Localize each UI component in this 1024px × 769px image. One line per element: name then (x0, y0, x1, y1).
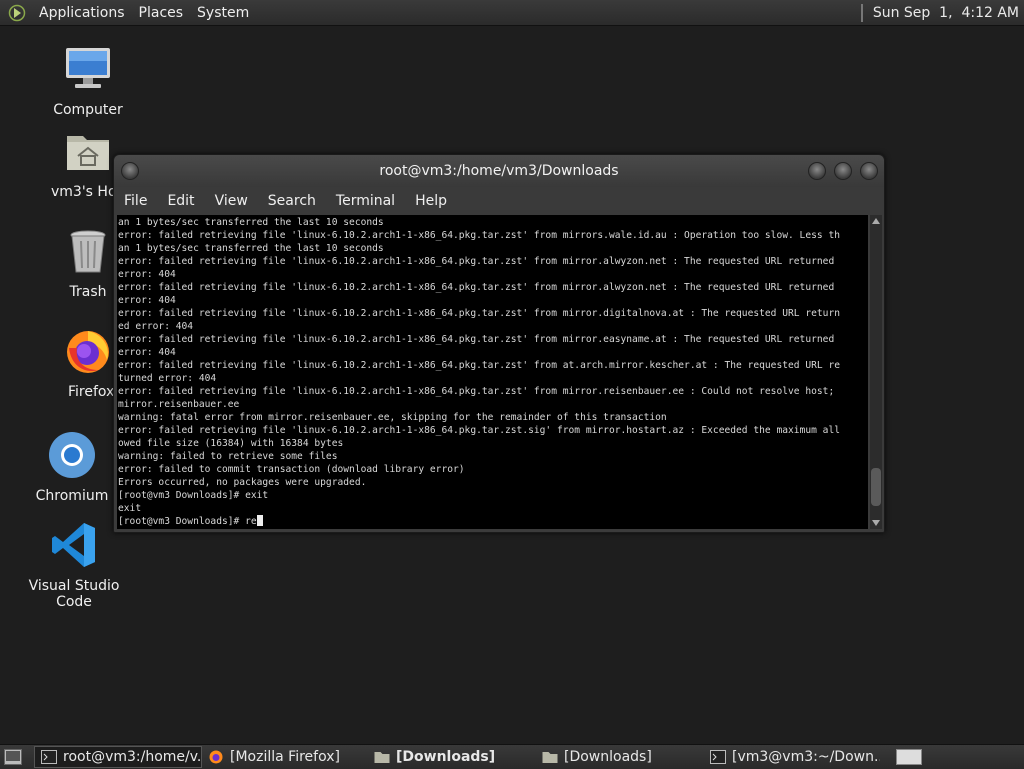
terminal-line: owed file size (16384) with 16384 bytes (118, 438, 344, 449)
bottom-panel: root@vm3:/home/v... [Mozilla Firefox] [D… (0, 744, 1024, 769)
desktop-icon-label: Chromium (35, 488, 109, 504)
trash-icon (70, 230, 106, 273)
terminal-line: error: failed retrieving file 'linux-6.1… (118, 425, 840, 436)
task-downloads-2[interactable]: [Downloads] (536, 746, 704, 768)
window-titlebar[interactable]: root@vm3:/home/vm3/Downloads (114, 155, 884, 187)
terminal-line: mirror.reisenbauer.ee (118, 399, 240, 410)
task-terminal-vm3[interactable]: [vm3@vm3:~/Down... (704, 746, 880, 768)
text-cursor (256, 515, 263, 526)
clock-text: Sun Sep 1, 4:12 AM (872, 4, 1019, 21)
terminal-line: an 1 bytes/sec transferred the last 10 s… (118, 217, 384, 228)
task-terminal-root[interactable]: root@vm3:/home/v... (34, 746, 202, 768)
task-label: [vm3@vm3:~/Down... (732, 749, 880, 765)
menu-file[interactable]: File (114, 193, 157, 209)
menu-system[interactable]: System (190, 5, 256, 21)
menu-help[interactable]: Help (405, 193, 457, 209)
terminal-input[interactable]: re (245, 516, 257, 527)
terminal-line: an 1 bytes/sec transferred the last 10 s… (118, 243, 384, 254)
task-downloads-1[interactable]: [Downloads] (368, 746, 536, 768)
terminal-line: error: 404 (118, 347, 176, 358)
terminal-line: error: failed retrieving file 'linux-6.1… (118, 230, 840, 241)
terminal-line: error: failed retrieving file 'linux-6.1… (118, 308, 840, 319)
maximize-button[interactable] (834, 162, 852, 180)
task-firefox[interactable]: [Mozilla Firefox] (202, 746, 368, 768)
terminal-line: error: failed retrieving file 'linux-6.1… (118, 282, 835, 293)
terminal-output[interactable]: an 1 bytes/sec transferred the last 10 s… (117, 215, 868, 529)
home-folder-icon (67, 136, 109, 170)
window-menu-icon[interactable] (121, 162, 139, 180)
terminal-line: turned error: 404 (118, 373, 217, 384)
workspace-switcher[interactable] (896, 749, 922, 765)
menu-search[interactable]: Search (258, 193, 326, 209)
chromium-icon (49, 432, 95, 478)
desktop-icon-vscode[interactable]: Visual Studio Code (10, 520, 138, 610)
menu-applications[interactable]: Applications (32, 5, 132, 21)
scrollbar-thumb[interactable] (871, 468, 881, 507)
menu-places[interactable]: Places (132, 5, 191, 21)
vscode-icon (52, 523, 95, 567)
panel-separator (860, 3, 863, 22)
terminal-line: error: 404 (118, 269, 176, 280)
terminal-line: error: failed retrieving file 'linux-6.1… (118, 360, 840, 371)
terminal-line: [root@vm3 Downloads]# exit (118, 490, 269, 501)
terminal-line: error: 404 (118, 295, 176, 306)
terminal-line: error: failed to commit transaction (dow… (118, 464, 465, 475)
computer-icon (66, 48, 110, 88)
terminal-menubar: File Edit View Search Terminal Help (114, 187, 884, 215)
terminal-line: Errors occurred, no packages were upgrad… (118, 477, 367, 488)
terminal-line: ed error: 404 (118, 321, 194, 332)
task-label: [Downloads] (396, 749, 496, 765)
folder-icon (374, 752, 390, 763)
menu-terminal[interactable]: Terminal (326, 193, 405, 209)
scroll-down-icon[interactable] (872, 520, 880, 526)
terminal-prompt-line: [root@vm3 Downloads]# re (118, 515, 868, 528)
task-label: [Downloads] (564, 749, 652, 765)
menu-view[interactable]: View (205, 193, 258, 209)
folder-icon (542, 752, 558, 763)
terminal-line: error: failed retrieving file 'linux-6.1… (118, 256, 835, 267)
terminal-line: warning: fatal error from mirror.reisenb… (118, 412, 667, 423)
window-title: root@vm3:/home/vm3/Downloads (379, 163, 619, 179)
scroll-up-icon[interactable] (872, 218, 880, 224)
firefox-icon (67, 331, 109, 373)
desktop-icon-chromium[interactable]: Chromium (24, 430, 120, 504)
terminal-line: error: failed retrieving file 'linux-6.1… (118, 386, 835, 397)
close-button[interactable] (860, 162, 878, 180)
terminal-window: root@vm3:/home/vm3/Downloads File Edit V… (113, 154, 885, 533)
minimize-button[interactable] (808, 162, 826, 180)
terminal-scrollbar[interactable] (870, 215, 882, 529)
terminal-line: warning: failed to retrieve some files (118, 451, 338, 462)
terminal-icon (41, 750, 57, 764)
task-label: root@vm3:/home/v... (63, 749, 202, 765)
terminal-prompt: [root@vm3 Downloads]# (118, 516, 246, 527)
top-panel: Applications Places System Sun Sep 1, 4:… (0, 0, 1024, 26)
applications-logo-icon[interactable] (8, 4, 26, 22)
menu-edit[interactable]: Edit (157, 193, 204, 209)
show-desktop-icon[interactable] (4, 749, 22, 765)
desktop-icon-label: Visual Studio Code (28, 578, 120, 610)
terminal-icon (710, 750, 726, 764)
desktop-icon-label: Computer (53, 102, 123, 118)
task-label: [Mozilla Firefox] (230, 749, 340, 765)
clock[interactable]: Sun Sep 1, 4:12 AM (860, 0, 1024, 25)
terminal-line: exit (118, 503, 142, 514)
desktop-icon-computer[interactable]: Computer (40, 44, 136, 118)
terminal-line: error: failed retrieving file 'linux-6.1… (118, 334, 835, 345)
firefox-icon (209, 750, 223, 764)
